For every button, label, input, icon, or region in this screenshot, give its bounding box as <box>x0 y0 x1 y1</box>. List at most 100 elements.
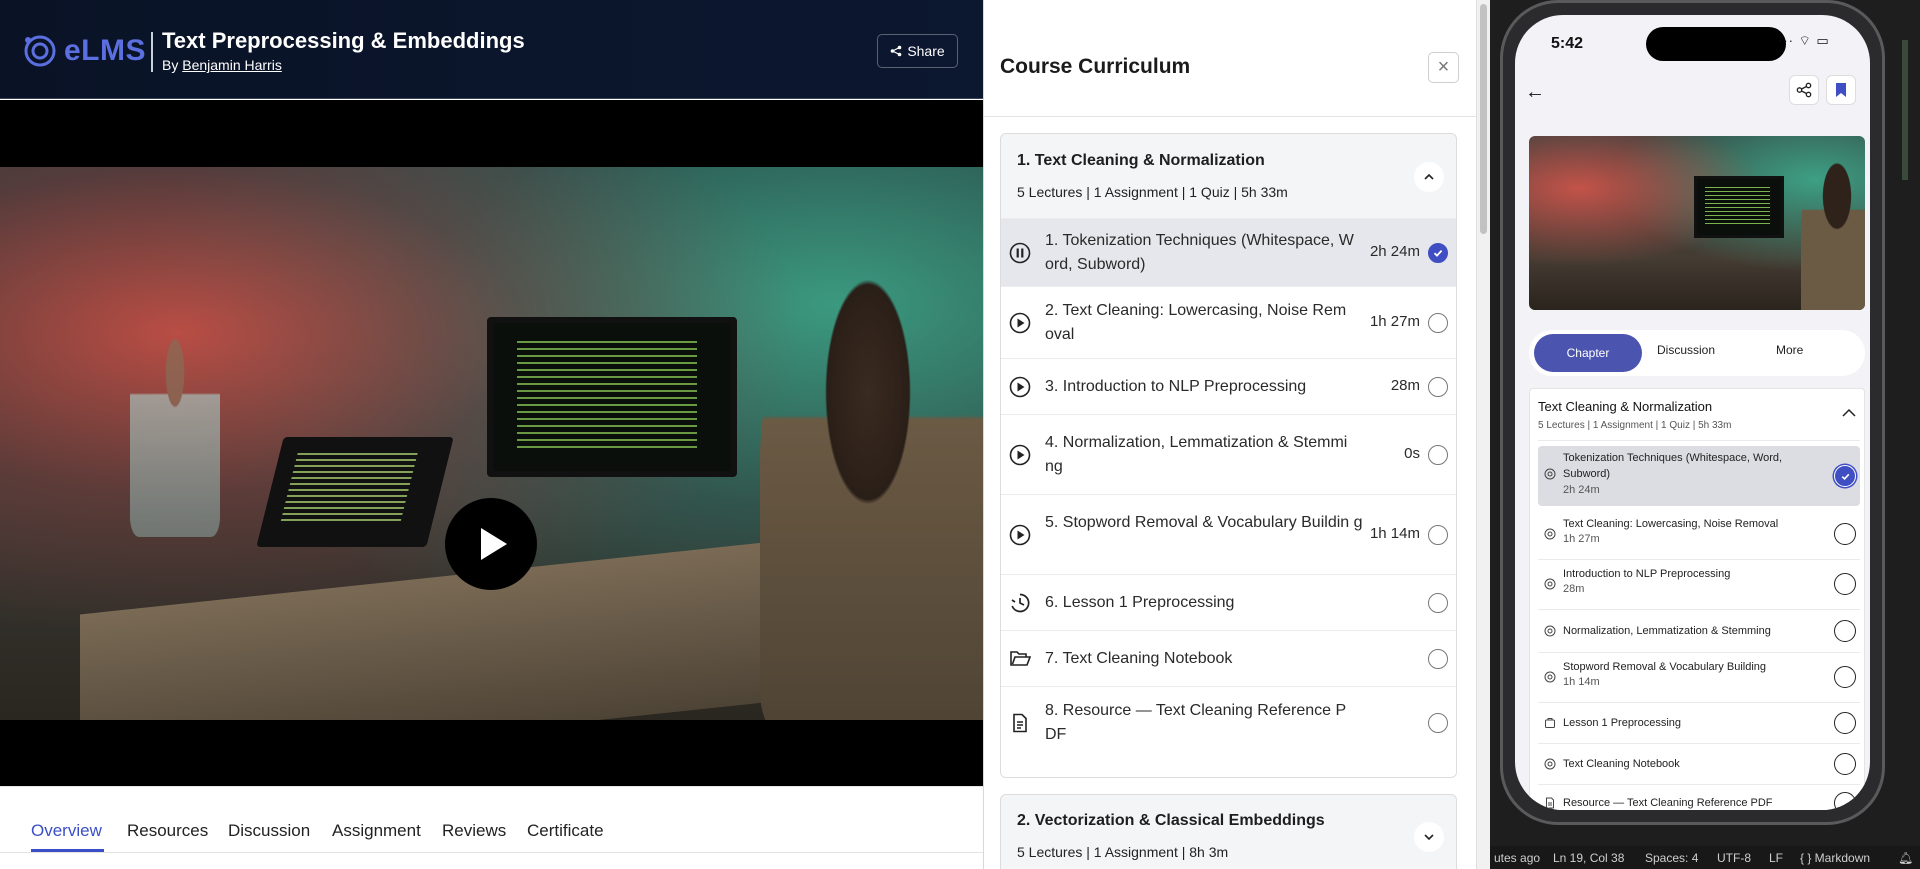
lesson-row-1[interactable]: 1. Tokenization Techniques (Whitespace, … <box>1001 218 1456 286</box>
phone-status-icons: ··· ⌔ ▭ <box>1778 33 1830 48</box>
phone-section-meta: 5 Lectures | 1 Assignment | 1 Quiz | 5h … <box>1538 420 1732 431</box>
phone-row-divider <box>1538 784 1860 785</box>
lesson-row-3[interactable]: 3. Introduction to NLP Preprocessing 28m <box>1001 358 1456 414</box>
document-icon <box>1009 712 1031 734</box>
play-circle-icon <box>1009 376 1031 398</box>
tab-certificate[interactable]: Certificate <box>527 821 604 841</box>
section-1: 1. Text Cleaning & Normalization 5 Lectu… <box>1000 133 1457 778</box>
completion-checkbox[interactable] <box>1428 649 1448 669</box>
phone-share-button[interactable] <box>1789 75 1819 105</box>
phone-lesson-row-4[interactable]: Normalization, Lemmatization & Stemming <box>1538 612 1860 650</box>
completed-check[interactable] <box>1428 243 1448 263</box>
phone-row-divider <box>1538 652 1860 653</box>
section-2[interactable]: 2. Vectorization & Classical Embeddings … <box>1000 794 1457 869</box>
course-title: Text Preprocessing & Embeddings <box>162 28 525 53</box>
completion-checkbox[interactable] <box>1834 620 1856 642</box>
play-button[interactable] <box>445 498 537 590</box>
phone-section-title[interactable]: Text Cleaning & Normalization <box>1538 399 1712 414</box>
curriculum-panel: Course Curriculum × 1. Text Cleaning & N… <box>983 0 1476 869</box>
phone-lesson-row-5[interactable]: Stopword Removal & Vocabulary Building 1… <box>1538 655 1860 699</box>
brand-name: eLMS <box>64 34 147 67</box>
phone-lesson-row-6[interactable]: Lesson 1 Preprocessing <box>1538 705 1860 741</box>
phone-lesson-row-1[interactable]: Tokenization Techniques (Whitespace, Wor… <box>1538 446 1860 506</box>
phone-tab-discussion[interactable]: Discussion <box>1657 343 1715 357</box>
phone-row-divider <box>1538 702 1860 703</box>
completion-checkbox[interactable] <box>1834 753 1856 775</box>
completion-checkbox[interactable] <box>1428 377 1448 397</box>
phone-clock: 5:42 <box>1551 35 1584 52</box>
curriculum-scrollbar[interactable] <box>1476 0 1490 869</box>
target-icon <box>1544 671 1556 683</box>
back-arrow-icon[interactable]: ← <box>1525 81 1545 104</box>
lesson-title: 4. Normalization, Lemmatization & Stemmi… <box>1045 434 1348 475</box>
completion-checkbox[interactable] <box>1428 313 1448 333</box>
course-header: eLMS Text Preprocessing & Embeddings By … <box>0 0 983 99</box>
quiz-icon <box>1545 718 1555 728</box>
completion-checkbox[interactable] <box>1834 712 1856 734</box>
share-icon <box>1796 82 1812 98</box>
share-button[interactable]: Share <box>877 34 958 68</box>
document-icon <box>1546 797 1554 809</box>
lesson-row-5[interactable]: 5. Stopword Removal & Vocabulary Buildin… <box>1001 494 1456 574</box>
lesson-title: 5. Stopword Removal & Vocabulary Buildin… <box>1045 514 1363 531</box>
phone-tab-more[interactable]: More <box>1776 343 1803 357</box>
phone-lesson-row-7[interactable]: Text Cleaning Notebook <box>1538 746 1860 782</box>
target-icon <box>1544 528 1556 540</box>
status-encoding[interactable]: UTF-8 <box>1717 851 1751 865</box>
notifications-bell-icon[interactable]: 🔔︎ <box>1898 851 1913 865</box>
video-person <box>760 277 983 720</box>
section-2-expand-button[interactable] <box>1414 822 1444 852</box>
phone-tab-chapter[interactable]: Chapter <box>1534 334 1642 372</box>
completion-checkbox[interactable] <box>1834 792 1856 810</box>
section-1-collapse-button[interactable] <box>1414 162 1444 192</box>
scrollbar-thumb[interactable] <box>1480 4 1487 234</box>
video-player[interactable] <box>0 100 983 786</box>
completion-checkbox[interactable] <box>1428 713 1448 733</box>
tab-discussion[interactable]: Discussion <box>228 821 310 841</box>
phone-bookmark-button[interactable] <box>1826 75 1856 105</box>
tab-assignment[interactable]: Assignment <box>332 821 421 841</box>
completion-checkbox[interactable] <box>1428 525 1448 545</box>
phone-lesson-title: Resource — Text Cleaning Reference PDF <box>1563 797 1773 809</box>
tab-resources[interactable]: Resources <box>127 821 208 841</box>
phone-lesson-row-8[interactable]: Resource — Text Cleaning Reference PDF <box>1538 787 1860 810</box>
lesson-duration: 0s <box>1404 445 1420 462</box>
lesson-title: 7. Text Cleaning Notebook <box>1045 650 1233 667</box>
phone-tabs: Chapter Discussion More <box>1529 330 1865 376</box>
completion-checkbox[interactable] <box>1834 666 1856 688</box>
tab-overview[interactable]: Overview <box>31 821 102 841</box>
dynamic-island <box>1646 27 1786 61</box>
lesson-row-2[interactable]: 2. Text Cleaning: Lowercasing, Noise Rem… <box>1001 286 1456 358</box>
phone-lesson-row-3[interactable]: Introduction to NLP Preprocessing 28m <box>1538 562 1860 606</box>
phone-lesson-title: Stopword Removal & Vocabulary Building <box>1563 661 1767 673</box>
completion-checkbox[interactable] <box>1834 523 1856 545</box>
tab-reviews[interactable]: Reviews <box>442 821 506 841</box>
lesson-title: 1. Tokenization Techniques (Whitespace, … <box>1045 232 1354 273</box>
phone-lesson-row-2[interactable]: Text Cleaning: Lowercasing, Noise Remova… <box>1538 512 1860 556</box>
video-frame <box>0 167 983 720</box>
completion-checkbox[interactable] <box>1834 573 1856 595</box>
lesson-row-6[interactable]: 6. Lesson 1 Preprocessing <box>1001 574 1456 630</box>
lesson-row-7[interactable]: 7. Text Cleaning Notebook <box>1001 630 1456 686</box>
phone-lesson-duration: 2h 24m <box>1563 484 1600 496</box>
lesson-title: 8. Resource — Text Cleaning Reference P … <box>1045 702 1346 743</box>
close-button[interactable]: × <box>1428 52 1459 83</box>
status-indentation[interactable]: Spaces: 4 <box>1645 851 1698 865</box>
screen: eLMS Text Preprocessing & Embeddings By … <box>0 0 1920 869</box>
by-prefix: By <box>162 57 179 73</box>
completion-checkbox[interactable] <box>1428 445 1448 465</box>
completion-checkbox[interactable] <box>1428 593 1448 613</box>
status-eol[interactable]: LF <box>1769 851 1783 865</box>
phone-row-divider <box>1538 743 1860 744</box>
elms-logo[interactable]: eLMS <box>22 33 146 69</box>
author-link[interactable]: Benjamin Harris <box>182 57 282 73</box>
chevron-up-icon[interactable] <box>1842 406 1856 425</box>
phone-section-card: Text Cleaning & Normalization 5 Lectures… <box>1529 388 1865 810</box>
phone-video-thumbnail[interactable] <box>1529 136 1865 310</box>
lesson-row-8[interactable]: 8. Resource — Text Cleaning Reference P … <box>1001 686 1456 777</box>
section-1-title[interactable]: 1. Text Cleaning & Normalization <box>1017 152 1265 170</box>
status-cursor-position[interactable]: Ln 19, Col 38 <box>1553 851 1624 865</box>
completed-check[interactable] <box>1834 465 1856 487</box>
status-language[interactable]: { } Markdown <box>1800 851 1870 865</box>
lesson-row-4[interactable]: 4. Normalization, Lemmatization & Stemmi… <box>1001 414 1456 494</box>
